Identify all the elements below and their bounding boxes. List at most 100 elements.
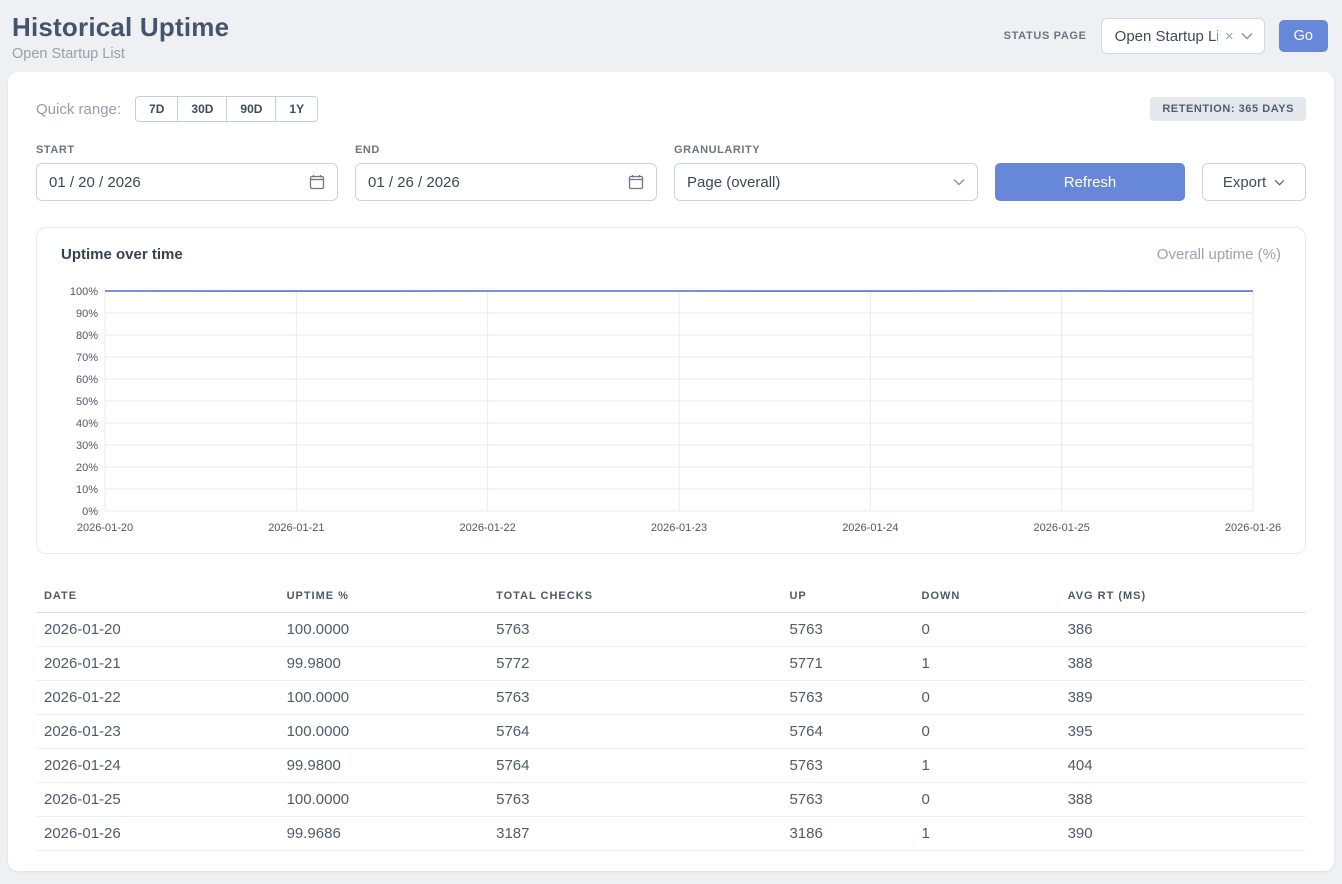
svg-text:90%: 90% bbox=[76, 308, 98, 320]
quick-range-row: Quick range: 7D30D90D1Y RETENTION: 365 D… bbox=[36, 96, 1306, 122]
export-button[interactable]: Export bbox=[1202, 163, 1306, 201]
svg-text:2026-01-20: 2026-01-20 bbox=[77, 522, 133, 534]
quick-range-group: 7D30D90D1Y bbox=[135, 96, 318, 122]
table-cell: 5764 bbox=[488, 749, 781, 783]
table-cell: 5764 bbox=[488, 715, 781, 749]
table-cell: 5772 bbox=[488, 647, 781, 681]
calendar-icon[interactable] bbox=[309, 174, 325, 190]
historical-uptime-page: Historical Uptime Open Startup List STAT… bbox=[0, 0, 1342, 871]
table-cell: 2026-01-20 bbox=[36, 613, 279, 647]
table-cell: 100.0000 bbox=[279, 783, 489, 817]
uptime-table: DATEUPTIME %TOTAL CHECKSUPDOWNAVG RT (MS… bbox=[36, 580, 1306, 851]
table-cell: 2026-01-22 bbox=[36, 681, 279, 715]
svg-text:10%: 10% bbox=[76, 484, 98, 496]
svg-text:100%: 100% bbox=[70, 286, 98, 298]
granularity-value: Page (overall) bbox=[687, 174, 780, 191]
svg-text:2026-01-26: 2026-01-26 bbox=[1225, 522, 1281, 534]
table-cell: 2026-01-21 bbox=[36, 647, 279, 681]
page-title: Historical Uptime bbox=[12, 12, 229, 43]
table-cell: 100.0000 bbox=[279, 613, 489, 647]
uptime-line-chart: 0%10%20%30%40%50%60%70%80%90%100%2026-01… bbox=[61, 275, 1281, 543]
granularity-select[interactable]: Page (overall) bbox=[674, 163, 978, 201]
table-cell: 99.9800 bbox=[279, 647, 489, 681]
column-header: DATE bbox=[36, 580, 279, 613]
table-cell: 3186 bbox=[781, 817, 913, 851]
table-row: 2026-01-25100.0000576357630388 bbox=[36, 783, 1306, 817]
svg-text:2026-01-23: 2026-01-23 bbox=[651, 522, 707, 534]
column-header: UPTIME % bbox=[279, 580, 489, 613]
end-date-input[interactable]: 01 / 26 / 2026 bbox=[355, 163, 657, 201]
table-cell: 3187 bbox=[488, 817, 781, 851]
table-cell: 1 bbox=[914, 817, 1060, 851]
end-date-value: 01 / 26 / 2026 bbox=[368, 174, 460, 191]
table-cell: 1 bbox=[914, 749, 1060, 783]
retention-badge: RETENTION: 365 DAYS bbox=[1150, 97, 1306, 121]
end-label: END bbox=[355, 144, 657, 156]
filters-row: START 01 / 20 / 2026 END 01 / 26 / 2026 … bbox=[36, 144, 1306, 201]
quick-range-30d-button[interactable]: 30D bbox=[177, 96, 227, 122]
granularity-field: GRANULARITY Page (overall) bbox=[674, 144, 978, 201]
table-cell: 99.9686 bbox=[279, 817, 489, 851]
quick-range-90d-button[interactable]: 90D bbox=[226, 96, 276, 122]
topbar-right: STATUS PAGE Open Startup List × Go bbox=[1004, 18, 1328, 54]
start-date-value: 01 / 20 / 2026 bbox=[49, 174, 141, 191]
table-cell: 5763 bbox=[488, 783, 781, 817]
start-date-input[interactable]: 01 / 20 / 2026 bbox=[36, 163, 338, 201]
table-cell: 0 bbox=[914, 783, 1060, 817]
quick-range-area: Quick range: 7D30D90D1Y bbox=[36, 96, 318, 122]
page-header: Historical Uptime Open Startup List STAT… bbox=[0, 0, 1342, 72]
table-cell: 1 bbox=[914, 647, 1060, 681]
title-block: Historical Uptime Open Startup List bbox=[12, 12, 229, 62]
granularity-label: GRANULARITY bbox=[674, 144, 978, 156]
quick-range-1y-button[interactable]: 1Y bbox=[275, 96, 318, 122]
table-cell: 100.0000 bbox=[279, 715, 489, 749]
svg-text:30%: 30% bbox=[76, 440, 98, 452]
table-row: 2026-01-22100.0000576357630389 bbox=[36, 681, 1306, 715]
table-row: 2026-01-2699.9686318731861390 bbox=[36, 817, 1306, 851]
chart-title: Uptime over time bbox=[61, 246, 183, 263]
table-row: 2026-01-2199.9800577257711388 bbox=[36, 647, 1306, 681]
table-cell: 5763 bbox=[781, 783, 913, 817]
chevron-down-icon bbox=[1241, 32, 1253, 40]
table-cell: 2026-01-25 bbox=[36, 783, 279, 817]
main-card: Quick range: 7D30D90D1Y RETENTION: 365 D… bbox=[8, 72, 1334, 871]
table-cell: 5763 bbox=[781, 613, 913, 647]
table-cell: 5763 bbox=[781, 749, 913, 783]
chart-legend: Overall uptime (%) bbox=[1157, 246, 1281, 263]
page-subtitle: Open Startup List bbox=[12, 46, 229, 62]
table-cell: 5763 bbox=[488, 681, 781, 715]
svg-text:2026-01-21: 2026-01-21 bbox=[268, 522, 324, 534]
status-page-label: STATUS PAGE bbox=[1004, 30, 1087, 42]
table-cell: 395 bbox=[1060, 715, 1306, 749]
quick-range-7d-button[interactable]: 7D bbox=[135, 96, 178, 122]
table-cell: 2026-01-24 bbox=[36, 749, 279, 783]
start-label: START bbox=[36, 144, 338, 156]
go-button[interactable]: Go bbox=[1279, 20, 1328, 52]
svg-text:50%: 50% bbox=[76, 396, 98, 408]
svg-text:70%: 70% bbox=[76, 352, 98, 364]
table-cell: 0 bbox=[914, 613, 1060, 647]
svg-text:20%: 20% bbox=[76, 462, 98, 474]
refresh-button[interactable]: Refresh bbox=[995, 163, 1185, 201]
table-header-row: DATEUPTIME %TOTAL CHECKSUPDOWNAVG RT (MS… bbox=[36, 580, 1306, 613]
svg-text:2026-01-24: 2026-01-24 bbox=[842, 522, 898, 534]
status-page-select[interactable]: Open Startup List × bbox=[1101, 18, 1265, 54]
table-cell: 5771 bbox=[781, 647, 913, 681]
table-cell: 99.9800 bbox=[279, 749, 489, 783]
table-cell: 386 bbox=[1060, 613, 1306, 647]
table-cell: 0 bbox=[914, 681, 1060, 715]
table-cell: 100.0000 bbox=[279, 681, 489, 715]
table-cell: 0 bbox=[914, 715, 1060, 749]
table-cell: 390 bbox=[1060, 817, 1306, 851]
column-header: TOTAL CHECKS bbox=[488, 580, 781, 613]
calendar-icon[interactable] bbox=[628, 174, 644, 190]
chevron-down-icon bbox=[1274, 179, 1285, 186]
svg-text:80%: 80% bbox=[76, 330, 98, 342]
table-cell: 388 bbox=[1060, 783, 1306, 817]
table-row: 2026-01-2499.9800576457631404 bbox=[36, 749, 1306, 783]
table-cell: 5764 bbox=[781, 715, 913, 749]
clear-selection-icon[interactable]: × bbox=[1225, 29, 1234, 44]
chevron-down-icon bbox=[953, 178, 965, 186]
column-header: AVG RT (MS) bbox=[1060, 580, 1306, 613]
svg-text:2026-01-25: 2026-01-25 bbox=[1034, 522, 1090, 534]
